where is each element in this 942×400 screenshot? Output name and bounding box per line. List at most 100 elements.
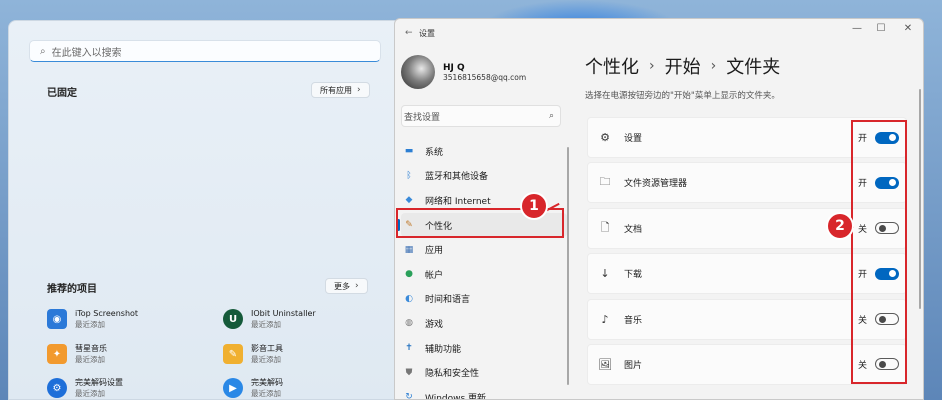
nav-item-bluetooth[interactable]: ᛒ 蓝牙和其他设备 bbox=[401, 164, 567, 189]
breadcrumb-item-personalization[interactable]: 个性化 bbox=[585, 53, 639, 79]
window-title: 设置 bbox=[419, 29, 435, 38]
chevron-right-icon: › bbox=[355, 281, 359, 291]
iobit-uninstaller-icon: U bbox=[223, 309, 243, 329]
minimize-icon[interactable]: — bbox=[847, 23, 867, 34]
pinned-title: 已固定 bbox=[47, 88, 77, 99]
apps-icon: ▦ bbox=[404, 244, 414, 255]
recommended-item-sub: 最近添加 bbox=[75, 389, 105, 398]
user-name: HJ Q bbox=[443, 62, 465, 73]
recommended-item-name: iTop Screenshot bbox=[75, 309, 139, 318]
document-icon: 🗋 bbox=[600, 220, 610, 234]
nav-item-label: 蓝牙和其他设备 bbox=[425, 172, 489, 183]
folder-label: 图片 bbox=[624, 360, 643, 371]
folder-label: 文档 bbox=[624, 224, 643, 235]
recommended-item[interactable]: ✦ 彗星音乐 最近添加 bbox=[47, 343, 107, 365]
folder-label: 下载 bbox=[624, 270, 643, 281]
nav-item-gaming[interactable]: ◍ 游戏 bbox=[401, 311, 567, 336]
gaming-icon: ◍ bbox=[405, 318, 413, 329]
breadcrumb: 个性化 › 开始 › 文件夹 bbox=[585, 53, 780, 79]
nav-item-label: 系统 bbox=[425, 147, 444, 158]
nav-item-apps[interactable]: ▦ 应用 bbox=[401, 237, 567, 262]
highlight-box-toggles bbox=[851, 120, 907, 384]
nav-scrollbar[interactable] bbox=[567, 147, 569, 385]
content-scrollbar[interactable] bbox=[919, 89, 921, 309]
recommended-item-sub: 最近添加 bbox=[251, 320, 281, 329]
recommended-item-name: 彗星音乐 bbox=[75, 344, 107, 353]
folder-label: 音乐 bbox=[624, 315, 643, 326]
user-profile[interactable]: HJ Q 3516815658@qq.com bbox=[401, 55, 526, 89]
recommended-item-sub: 最近添加 bbox=[251, 355, 281, 364]
page-description: 选择在电源按钮旁边的"开始"菜单上显示的文件夹。 bbox=[585, 91, 780, 101]
recommended-title: 推荐的项目 bbox=[47, 284, 97, 295]
breadcrumb-item-start[interactable]: 开始 bbox=[665, 53, 701, 79]
start-search-placeholder: 在此键入以搜索 bbox=[51, 47, 122, 59]
time-language-icon: ◐ bbox=[405, 293, 413, 304]
settings-search-input[interactable]: 查找设置 ⌕ bbox=[401, 105, 561, 127]
chevron-right-icon: › bbox=[649, 58, 655, 74]
chevron-right-icon: › bbox=[710, 58, 717, 74]
recommended-item-sub: 最近添加 bbox=[251, 389, 281, 398]
page-title: 文件夹 bbox=[726, 57, 781, 78]
nav-item-accessibility[interactable]: ✝ 辅助功能 bbox=[401, 336, 567, 361]
accessibility-icon: ✝ bbox=[405, 343, 413, 354]
nav-item-label: 应用 bbox=[425, 246, 444, 257]
music-icon: ♪ bbox=[601, 312, 609, 326]
folder-label: 设置 bbox=[624, 134, 643, 144]
search-icon: ⌕ bbox=[548, 111, 554, 121]
nav-item-label: 时间和语言 bbox=[425, 295, 471, 306]
start-search-input[interactable]: ⌕ 在此键入以搜索 bbox=[29, 40, 381, 62]
nav-item-windows-update[interactable]: ↻ Windows 更新 bbox=[401, 385, 567, 400]
privacy-icon: ⛊ bbox=[405, 367, 413, 378]
perfect-decoder-icon: ▶ bbox=[223, 378, 243, 398]
recommended-item-sub: 最近添加 bbox=[75, 320, 105, 329]
annotation-badge-2: 2 bbox=[826, 212, 854, 240]
nav-item-label: Windows 更新 bbox=[425, 393, 487, 400]
nav-item-privacy[interactable]: ⛊ 隐私和安全性 bbox=[401, 360, 567, 385]
nav-item-system[interactable]: ▬ 系统 bbox=[401, 139, 567, 164]
recommended-item-name: IObit Uninstaller bbox=[251, 309, 316, 318]
recommended-item[interactable]: ⚙ 完美解码设置 最近添加 bbox=[47, 377, 123, 399]
close-icon[interactable]: ✕ bbox=[898, 23, 918, 34]
nav-item-time-language[interactable]: ◐ 时间和语言 bbox=[401, 287, 567, 312]
picture-icon: 🖼 bbox=[598, 357, 612, 371]
recommended-item[interactable]: U IObit Uninstaller 最近添加 bbox=[223, 308, 316, 330]
all-apps-button[interactable]: 所有应用 › bbox=[311, 82, 370, 98]
user-email: 3516815658@qq.com bbox=[443, 72, 527, 82]
network-icon: ◆ bbox=[405, 195, 413, 206]
recommended-item-sub: 最近添加 bbox=[75, 355, 105, 364]
all-apps-label: 所有应用 bbox=[320, 85, 352, 95]
chevron-right-icon: › bbox=[357, 85, 361, 95]
avatar bbox=[401, 55, 435, 89]
more-button[interactable]: 更多 › bbox=[325, 278, 368, 294]
nav-item-accounts[interactable]: ● 帐户 bbox=[401, 262, 567, 287]
itop-screenshot-icon: ◉ bbox=[47, 309, 67, 329]
title-bar[interactable]: ← 设置 — ☐ ✕ bbox=[395, 19, 923, 47]
folder-label: 文件资源管理器 bbox=[624, 179, 688, 190]
recommended-item-name: 完美解码设置 bbox=[75, 378, 123, 387]
maximize-icon[interactable]: ☐ bbox=[871, 23, 891, 34]
nav-item-label: 隐私和安全性 bbox=[425, 369, 480, 380]
recommended-item-name: 完美解码 bbox=[251, 378, 283, 387]
download-icon: ↓ bbox=[600, 267, 610, 281]
perfect-decoder-settings-icon: ⚙ bbox=[47, 378, 67, 398]
recommended-item[interactable]: ▶ 完美解码 最近添加 bbox=[223, 377, 283, 399]
nav-item-label: 帐户 bbox=[425, 270, 444, 281]
media-tools-icon: ✎ bbox=[223, 344, 243, 364]
windows-update-icon: ↻ bbox=[405, 392, 413, 400]
search-icon: ⌕ bbox=[40, 45, 46, 57]
nav-item-label: 辅助功能 bbox=[425, 344, 462, 355]
annotation-badge-1: 1 bbox=[520, 192, 548, 220]
recommended-item-name: 影音工具 bbox=[251, 344, 283, 353]
settings-nav: ▬ 系统 ᛒ 蓝牙和其他设备 ◆ 网络和 Internet ✎ 个性化 ▦ 应用… bbox=[397, 139, 567, 400]
settings-search-placeholder: 查找设置 bbox=[404, 112, 441, 123]
back-arrow-icon[interactable]: ← bbox=[405, 28, 413, 38]
folder-icon: 🗀 bbox=[599, 175, 611, 189]
recommended-item[interactable]: ✎ 影音工具 最近添加 bbox=[223, 343, 283, 365]
accounts-icon: ● bbox=[405, 269, 413, 280]
recommended-item[interactable]: ◉ iTop Screenshot 最近添加 bbox=[47, 308, 138, 330]
bluetooth-icon: ᛒ bbox=[406, 170, 412, 181]
more-label: 更多 bbox=[334, 281, 350, 291]
gear-icon: ⚙ bbox=[600, 131, 610, 144]
nav-item-label: 网络和 Internet bbox=[425, 196, 491, 207]
nav-item-label: 游戏 bbox=[425, 319, 444, 330]
